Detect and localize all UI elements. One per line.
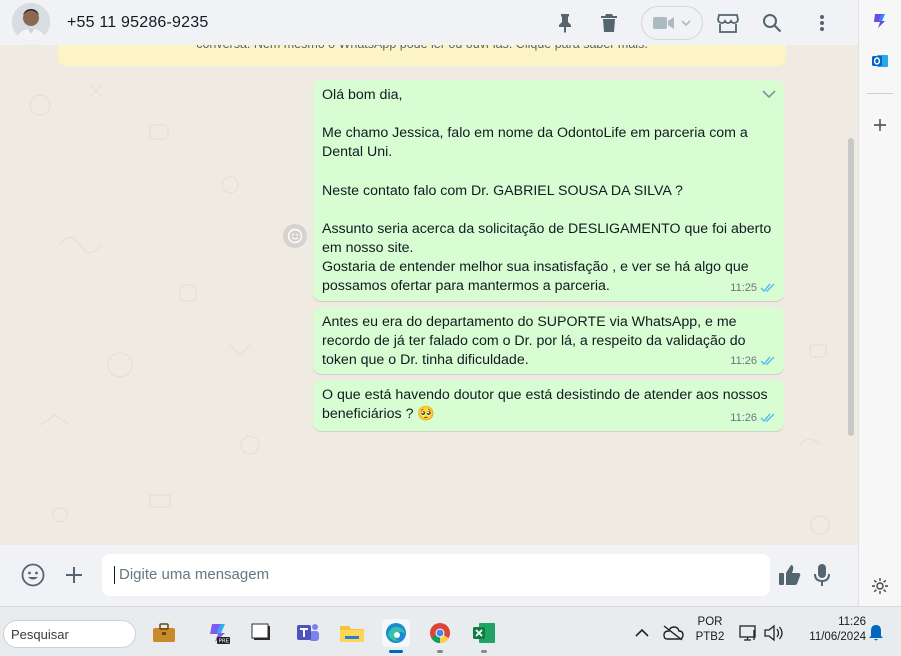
chat-scrollbar[interactable] bbox=[848, 138, 854, 436]
language-code: POR bbox=[697, 616, 723, 628]
running-indicator bbox=[437, 650, 443, 653]
briefcase-icon[interactable] bbox=[150, 619, 178, 647]
search-icon[interactable] bbox=[759, 10, 785, 36]
message-line: possamos ofertar para mantermos a parcer… bbox=[322, 278, 610, 295]
copilot-pre-icon[interactable]: PRE bbox=[205, 619, 233, 647]
message-meta: 11:25 bbox=[730, 279, 776, 298]
contact-name[interactable]: +55 11 95286-9235 bbox=[67, 14, 208, 32]
message-line: Me chamo Jessica, falo em nome da Odonto… bbox=[322, 125, 748, 142]
app-window-icon[interactable] bbox=[248, 619, 276, 647]
thumbs-up-icon[interactable] bbox=[776, 561, 804, 589]
message-line: Olá bom dia, bbox=[322, 87, 403, 103]
read-receipt-icon bbox=[760, 356, 775, 366]
message-bubble-outgoing[interactable]: O que está havendo doutor que está desis… bbox=[313, 380, 784, 431]
chrome-icon[interactable] bbox=[426, 619, 454, 653]
message-line: em nosso site. bbox=[322, 240, 414, 257]
menu-icon[interactable] bbox=[809, 10, 835, 36]
message-line: token que o Dr. tinha dificuldade. bbox=[322, 352, 529, 369]
outlook-icon[interactable] bbox=[869, 50, 891, 72]
read-receipt-icon bbox=[760, 283, 775, 293]
taskbar-search[interactable]: Pesquisar bbox=[3, 620, 136, 648]
clock[interactable]: 11:26 11/06/2024 bbox=[792, 615, 866, 645]
message-line: Antes eu era do departamento do SUPORTE … bbox=[322, 314, 737, 330]
volume-icon[interactable] bbox=[759, 619, 787, 647]
message-text: Olá bom dia, Me chamo Jessica, falo em no… bbox=[322, 86, 775, 297]
attach-plus-icon[interactable] bbox=[60, 561, 88, 589]
teams-icon[interactable] bbox=[294, 619, 322, 647]
trash-icon[interactable] bbox=[596, 10, 622, 36]
running-indicator bbox=[481, 650, 487, 653]
message-time: 11:25 bbox=[730, 281, 757, 294]
browser-sidebar bbox=[858, 0, 901, 606]
message-line: Neste contato falo com Dr. GABRIEL SOUSA… bbox=[322, 182, 683, 199]
video-call-button[interactable] bbox=[641, 6, 703, 40]
message-text: Antes eu era do departamento do SUPORTE … bbox=[322, 313, 775, 371]
taskbar-search-placeholder: Pesquisar bbox=[11, 627, 69, 642]
react-emoji-button[interactable] bbox=[283, 224, 307, 248]
windows-taskbar: Pesquisar PRE POR PTB2 11:26 11/06/2024 bbox=[0, 606, 901, 656]
message-time: 11:26 bbox=[730, 411, 757, 424]
smiley-icon bbox=[287, 228, 303, 244]
file-explorer-icon[interactable] bbox=[338, 619, 366, 647]
clock-date: 11/06/2024 bbox=[809, 631, 866, 643]
chat-header: +55 11 95286-9235 bbox=[0, 0, 858, 45]
copilot-icon[interactable] bbox=[869, 10, 891, 32]
svg-text:PRE: PRE bbox=[219, 639, 230, 645]
whatsapp-window: +55 11 95286-9235 conversa. Nem mesmo o … bbox=[0, 0, 858, 606]
edge-icon[interactable] bbox=[382, 619, 410, 653]
chat-area: Olá bom dia, Me chamo Jessica, falo em no… bbox=[0, 45, 858, 545]
message-bubble-outgoing[interactable]: Olá bom dia, Me chamo Jessica, falo em no… bbox=[313, 80, 784, 301]
read-receipt-icon bbox=[760, 413, 775, 423]
message-meta: 11:26 bbox=[730, 409, 776, 428]
chevron-down-icon[interactable] bbox=[762, 86, 776, 105]
message-line: Assunto seria acerca da solicitação de D… bbox=[322, 220, 772, 237]
message-meta: 11:26 bbox=[730, 352, 776, 371]
message-line bbox=[322, 163, 775, 182]
divider bbox=[867, 93, 893, 94]
chevron-down-icon bbox=[681, 20, 691, 26]
active-indicator bbox=[389, 650, 403, 653]
avatar[interactable] bbox=[12, 3, 50, 41]
message-bubble-outgoing[interactable]: Antes eu era do departamento do SUPORTE … bbox=[313, 307, 784, 374]
message-composer: Digite uma mensagem bbox=[0, 545, 858, 606]
settings-icon[interactable] bbox=[869, 575, 891, 597]
emoji-icon[interactable] bbox=[19, 561, 47, 589]
message-line: beneficiários ? 🥺 bbox=[322, 406, 436, 423]
notification-bell-icon[interactable] bbox=[862, 619, 890, 647]
text-caret bbox=[114, 566, 115, 584]
add-icon[interactable] bbox=[869, 114, 891, 136]
onedrive-offline-icon[interactable] bbox=[659, 619, 687, 647]
message-line bbox=[322, 105, 775, 124]
message-line: Gostaria de entender melhor sua insatisf… bbox=[322, 259, 749, 276]
message-line: recordo de já ter falado com o Dr. por l… bbox=[322, 333, 746, 350]
message-input[interactable]: Digite uma mensagem bbox=[102, 554, 770, 596]
message-line: O que está havendo doutor que está desis… bbox=[322, 387, 768, 403]
microphone-icon[interactable] bbox=[808, 561, 836, 589]
message-line: Dental Uni. bbox=[322, 144, 393, 161]
keyboard-language[interactable]: POR PTB2 bbox=[692, 615, 728, 645]
clock-time: 11:26 bbox=[838, 616, 866, 628]
pin-icon[interactable] bbox=[552, 10, 578, 36]
keyboard-layout: PTB2 bbox=[695, 631, 725, 643]
message-time: 11:26 bbox=[730, 354, 757, 367]
excel-icon[interactable] bbox=[470, 619, 498, 653]
store-icon[interactable] bbox=[715, 10, 741, 36]
message-text: O que está havendo doutor que está desis… bbox=[322, 386, 775, 424]
chevron-up-icon[interactable] bbox=[628, 619, 656, 647]
message-input-placeholder: Digite uma mensagem bbox=[119, 566, 270, 583]
message-line bbox=[322, 201, 775, 220]
video-call-icon bbox=[653, 17, 674, 29]
